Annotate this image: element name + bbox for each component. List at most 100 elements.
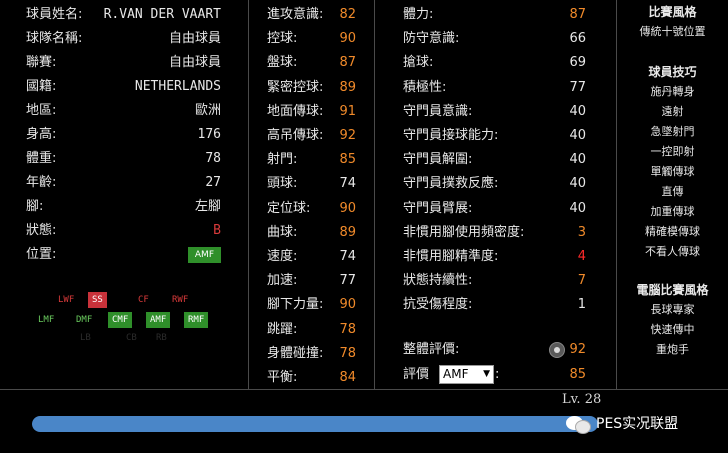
position-badge-ss: SS [88,292,107,308]
defense-stat-value: 1 [577,297,586,313]
position-badge-rmf: RMF [184,312,209,328]
attack-stat-row: 腳下力量: 90 [267,293,356,317]
defense-stat-row: 搶球: 69 [403,51,586,75]
attack-stat-value: 87 [339,55,356,71]
player-info-label: 腳: [26,199,44,214]
defense-stats-panel: 體力: 87 防守意識: 66 搶球: 69 積極性: 77 守門員意識: 40 守門員接球能力: 4… [403,0,586,389]
position-badge-rb: RB [156,333,167,343]
rating-row: 評價 AMF ▼ : 85 [403,363,586,387]
player-info-row: 身高: 176 [26,123,221,147]
rating-select-value: AMF [443,367,469,381]
skills-panel: 比賽風格 傳統十號位置 球員技巧 施丹轉身 遠射 急墜射門 一控即射 單觸傳球 直傳 加重傳… [617,2,728,391]
attack-stat-label: 盤球: [267,55,298,71]
player-info-value: 176 [197,127,221,142]
attack-stat-label: 曲球: [267,224,298,240]
defense-stat-value: 40 [569,128,586,143]
attack-stats-panel: 進攻意識: 82 控球: 90 盤球: 87 緊密控球: 89 地面傳球: 91 高吊傳球: 92 射門… [267,0,356,389]
defense-stat-label: 搶球: [403,55,434,71]
ai-style-item: 重炮手 [656,343,689,356]
attack-stat-value: 85 [339,152,356,168]
player-info-label: 球隊名稱: [26,31,83,46]
watermark-text: PES实况联盟 [596,416,679,432]
attack-stat-label: 地面傳球: [267,103,324,119]
divider [248,0,249,389]
defense-stat-row: 非慣用腳精準度: 4 [403,245,586,269]
attack-stat-label: 平衡: [267,370,298,385]
chevron-down-icon: ▼ [483,369,490,379]
defense-stat-label: 守門員意識: [403,103,473,119]
wechat-icon [566,413,592,434]
defense-stat-row: 體力: 87 [403,3,586,27]
attack-stat-value: 78 [339,321,356,337]
defense-stat-value: 3 [577,224,586,240]
attack-stat-value: 90 [339,297,356,313]
position-badge-cf: CF [138,295,149,305]
defense-stat-row: 狀態持續性: 7 [403,269,586,293]
position-badge-cmf: CMF [108,312,133,328]
attack-stat-row: 緊密控球: 89 [267,76,356,100]
skill-item: 施丹轉身 [650,85,695,98]
attack-stat-label: 緊密控球: [267,79,324,95]
player-info-row: 位置: AMF [26,243,221,267]
ai-style-item: 快速傳中 [650,323,695,336]
player-info-label: 位置: [26,247,57,262]
skill-item: 精確模傳球 [645,225,700,238]
attack-stat-value: 90 [339,31,356,47]
bottom-divider [0,389,728,390]
defense-stat-row: 守門員撲救反應: 40 [403,172,586,196]
player-info-panel: 球員姓名: R.VAN DER VAART 球隊名稱: 自由球員 聯賽: 自由球員 國籍: N… [26,0,221,389]
skill-item: 加重傳球 [650,205,695,218]
attack-stat-row: 加速: 77 [267,269,356,293]
player-info-label: 年齡: [26,175,57,190]
defense-stat-label: 積極性: [403,79,447,95]
player-info-value: 自由球員 [168,55,221,70]
player-info-row: 國籍: NETHERLANDS [26,75,221,99]
rating-value: 85 [569,367,586,382]
attack-stat-row: 射門: 85 [267,148,356,172]
position-badge-lmf: LMF [38,315,55,325]
defense-stat-label: 體力: [403,7,434,22]
defense-stat-label: 守門員撲救反應: [403,176,499,192]
player-info-label: 體重: [26,151,57,166]
player-info-row: 體重: 78 [26,147,221,171]
style-title: 比賽風格 [648,5,697,19]
attack-stat-label: 控球: [267,31,298,47]
level-label: Lv. 28 [562,392,602,407]
player-info-value: NETHERLANDS [134,79,221,94]
attack-stat-row: 跳躍: 78 [267,318,356,342]
player-info-value: 左腳 [194,199,221,214]
rating-icon [549,342,565,358]
defense-stat-value: 87 [569,7,586,22]
player-info-row: 球隊名稱: 自由球員 [26,27,221,51]
defense-stat-row: 非慣用腳使用頻密度: 3 [403,221,586,245]
skills-title: 球員技巧 [648,65,697,79]
attack-stat-row: 身體碰撞: 78 [267,342,356,366]
rating-colon: : [495,367,500,382]
attack-stat-value: 74 [339,176,356,192]
position-map: LWF SS CF RWF LMF DMF CMF AMF RMF LB CB RB [26,292,246,343]
player-info-label: 地區: [26,103,57,118]
defense-stat-label: 狀態持續性: [403,273,473,289]
position-badge-rwf: RWF [172,295,189,305]
player-info-row: 地區: 歐洲 [26,99,221,123]
skill-item: 一控即射 [650,145,695,158]
attack-stat-row: 頭球: 74 [267,172,356,196]
attack-stat-value: 74 [339,249,356,264]
player-info-value: AMF [187,247,221,263]
position-badge-cb: CB [126,333,137,343]
attack-stat-row: 控球: 90 [267,27,356,51]
defense-stat-label: 抗受傷程度: [403,297,473,313]
skill-item: 遠射 [661,105,684,118]
player-info-label: 聯賽: [26,55,57,70]
player-info-label: 國籍: [26,79,57,94]
position-badge-dmf: DMF [76,315,93,325]
defense-stat-value: 40 [569,152,586,168]
rating-label: 評價 [403,367,430,382]
defense-stat-value: 40 [569,176,586,192]
skill-item: 不看人傳球 [645,245,700,258]
attack-stat-value: 89 [339,79,356,95]
attack-stat-value: 77 [339,273,356,289]
attack-stat-row: 平衡: 84 [267,366,356,390]
defense-stat-label: 守門員接球能力: [403,128,499,143]
rating-position-select[interactable]: AMF ▼ [439,365,494,384]
